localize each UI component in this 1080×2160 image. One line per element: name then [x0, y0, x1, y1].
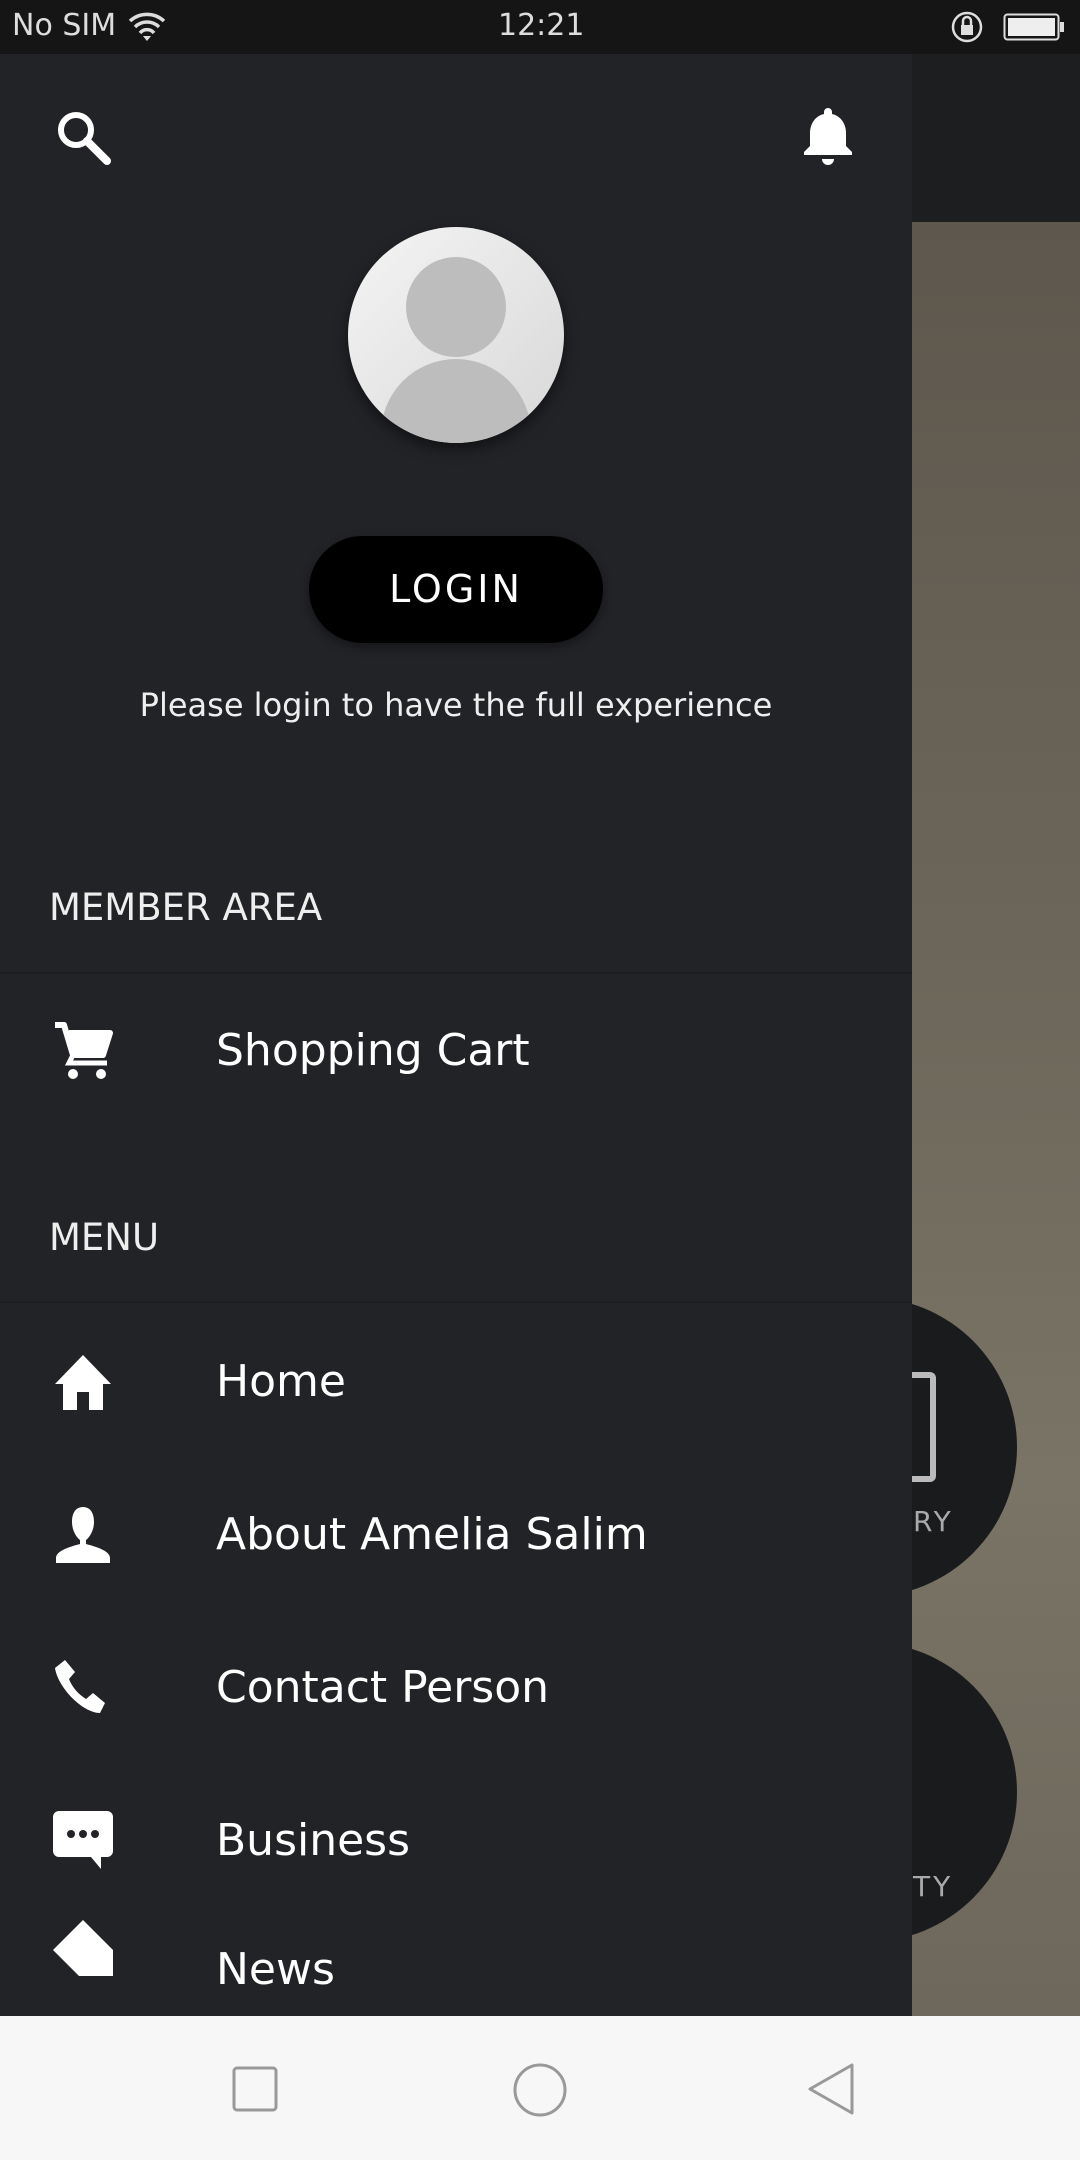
avatar[interactable] [348, 227, 564, 443]
back-button[interactable] [806, 2062, 856, 2116]
bell-icon[interactable] [798, 104, 858, 168]
avatar-body [381, 359, 531, 443]
menu-item-label: Home [216, 1356, 346, 1407]
news-icon [53, 1920, 113, 1976]
login-button[interactable]: LOGIN [309, 536, 603, 643]
menu-item-home[interactable]: Home [0, 1312, 912, 1452]
menu-item-label: News [216, 1944, 335, 1995]
avatar-head [406, 257, 506, 357]
home-button[interactable] [512, 2062, 568, 2118]
category-label: RY [913, 1505, 954, 1538]
carrier-text: No SIM [12, 8, 117, 43]
divider [0, 972, 912, 974]
navigation-drawer: LOGIN Please login to have the full expe… [0, 54, 912, 2016]
system-navigation-bar [0, 2016, 1080, 2160]
section-title-menu: MENU [49, 1216, 160, 1259]
chat-icon [53, 1811, 113, 1869]
menu-item-label: About Amelia Salim [216, 1509, 648, 1560]
app-header-background [912, 54, 1080, 222]
cart-icon [55, 1022, 113, 1079]
menu-item-shopping-cart[interactable]: Shopping Cart [0, 981, 912, 1121]
rotation-lock-icon [951, 11, 983, 43]
status-bar: No SIM 12:21 [0, 0, 1080, 54]
section-title-member-area: MEMBER AREA [49, 886, 323, 929]
divider [0, 1301, 912, 1303]
person-icon [56, 1507, 110, 1563]
menu-item-label: Contact Person [216, 1662, 550, 1713]
login-prompt: Please login to have the full experience [139, 686, 773, 724]
menu-item-news[interactable]: News [0, 1876, 912, 2016]
clock: 12:21 [498, 8, 585, 43]
menu-item-label: Shopping Cart [216, 1025, 530, 1076]
battery-icon [1003, 13, 1064, 41]
search-icon[interactable] [54, 108, 114, 168]
menu-item-contact[interactable]: Contact Person [0, 1618, 912, 1758]
category-label: TY [913, 1870, 954, 1903]
home-icon [55, 1355, 111, 1410]
menu-item-about[interactable]: About Amelia Salim [0, 1465, 912, 1605]
recents-button[interactable] [232, 2066, 278, 2112]
wifi-icon [128, 12, 166, 41]
phone-icon [55, 1660, 105, 1713]
